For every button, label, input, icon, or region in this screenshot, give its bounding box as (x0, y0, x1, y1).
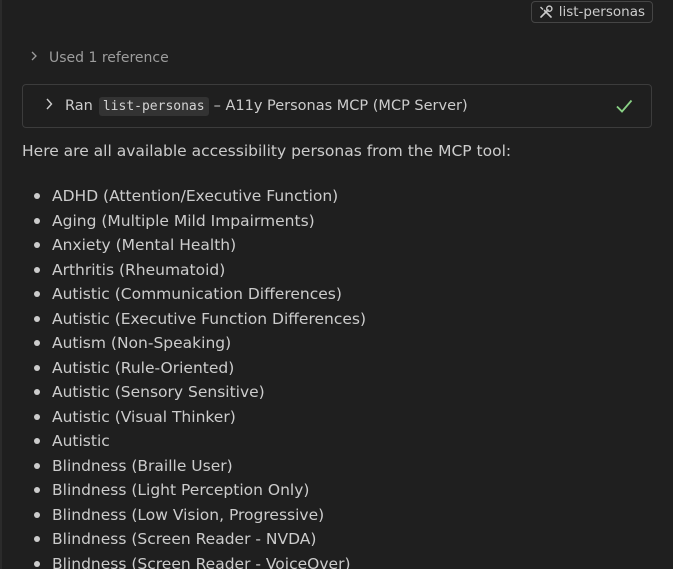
list-item: Autism (Non-Speaking) (22, 331, 366, 356)
list-item: Autistic (Rule-Oriented) (22, 356, 366, 381)
used-references-toggle[interactable]: Used 1 reference (30, 50, 169, 66)
used-references-label: Used 1 reference (49, 50, 169, 66)
tool-chip-label: list-personas (558, 4, 645, 20)
chevron-right-icon (30, 50, 38, 66)
list-item: Blindness (Light Perception Only) (22, 478, 366, 503)
tool-call-prefix: Ran (65, 98, 93, 114)
chevron-right-icon (45, 97, 53, 115)
persona-list: ADHD (Attention/Executive Function) Agin… (22, 184, 366, 569)
panel-border (0, 0, 2, 569)
tool-call-row[interactable]: Ran list-personas – A11y Personas MCP (M… (22, 84, 652, 128)
list-item: Blindness (Braille User) (22, 454, 366, 479)
response-intro: Here are all available accessibility per… (22, 142, 512, 160)
list-item: Blindness (Low Vision, Progressive) (22, 503, 366, 528)
list-item: Autistic (Communication Differences) (22, 282, 366, 307)
list-item: Blindness (Screen Reader - VoiceOver) (22, 552, 366, 569)
list-item: Arthritis (Rheumatoid) (22, 258, 366, 283)
checkmark-icon (614, 96, 634, 120)
list-item: Autistic (Visual Thinker) (22, 405, 366, 430)
list-item: Autistic (22, 429, 366, 454)
list-item: Anxiety (Mental Health) (22, 233, 366, 258)
list-item: Autistic (Sensory Sensitive) (22, 380, 366, 405)
tool-reference-chip[interactable]: list-personas (530, 1, 653, 23)
tool-call-server: – A11y Personas MCP (MCP Server) (213, 98, 468, 114)
list-item: Aging (Multiple Mild Impairments) (22, 209, 366, 234)
tool-name-code: list-personas (98, 96, 209, 116)
tools-icon (538, 4, 554, 20)
list-item: Autistic (Executive Function Differences… (22, 307, 366, 332)
list-item: ADHD (Attention/Executive Function) (22, 184, 366, 209)
chat-response-panel: list-personas Used 1 reference Ran list-… (0, 0, 673, 569)
list-item: Blindness (Screen Reader - NVDA) (22, 527, 366, 552)
